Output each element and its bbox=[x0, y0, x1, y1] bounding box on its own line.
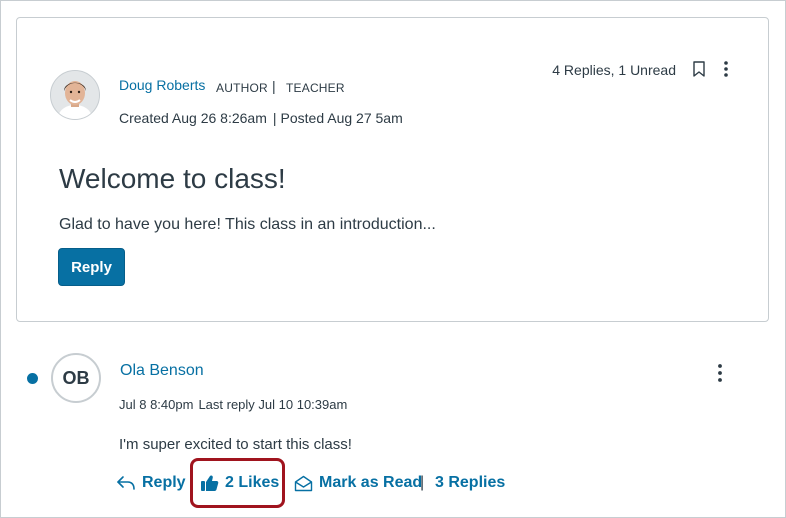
mark-as-read-label: Mark as Read bbox=[319, 474, 423, 491]
bookmark-icon[interactable] bbox=[692, 61, 706, 82]
reply-action-button[interactable]: Reply bbox=[116, 469, 186, 497]
action-separator: | bbox=[420, 474, 425, 491]
topic-meta: Created Aug 26 8:26am | Posted Aug 27 5am bbox=[119, 110, 403, 126]
topic-author-link[interactable]: Doug Roberts bbox=[119, 77, 205, 93]
topic-reply-button[interactable]: Reply bbox=[58, 248, 125, 286]
reply-action-label: Reply bbox=[142, 474, 186, 491]
likes-highlight-box bbox=[190, 458, 285, 508]
teacher-role-label: TEACHER bbox=[286, 81, 345, 95]
reply-posted-date: Jul 8 8:40pm bbox=[119, 397, 194, 412]
reply-message: I'm super excited to start this class! bbox=[119, 436, 352, 453]
role-separator: | bbox=[272, 78, 276, 94]
mark-as-read-button[interactable]: Mark as Read bbox=[294, 469, 422, 497]
reply-author-link[interactable]: Ola Benson bbox=[120, 362, 204, 380]
topic-title: Welcome to class! bbox=[59, 163, 286, 194]
topic-message: Glad to have you here! This class in an … bbox=[59, 216, 436, 233]
replies-unread-count: 4 Replies, 1 Unread bbox=[552, 62, 676, 78]
unread-indicator bbox=[27, 373, 38, 384]
reply-author-avatar[interactable]: OB bbox=[51, 353, 101, 403]
reply-meta: Jul 8 8:40pm Last reply Jul 10 10:39am bbox=[119, 397, 347, 412]
author-avatar[interactable] bbox=[50, 70, 100, 120]
envelope-open-icon bbox=[294, 475, 313, 491]
created-date: Created Aug 26 8:26am bbox=[119, 110, 267, 126]
posted-date: Posted Aug 27 5am bbox=[280, 110, 403, 126]
last-reply-date: Last reply Jul 10 10:39am bbox=[198, 397, 348, 412]
author-role-label: AUTHOR bbox=[216, 81, 268, 95]
avatar-photo-image bbox=[51, 71, 99, 119]
view-replies-link[interactable]: 3 Replies bbox=[435, 469, 505, 497]
reply-more-options-icon[interactable] bbox=[714, 363, 726, 388]
topic-more-options-icon[interactable] bbox=[720, 60, 732, 83]
reply-arrow-icon bbox=[117, 476, 135, 490]
meta-separator: | bbox=[272, 110, 277, 126]
